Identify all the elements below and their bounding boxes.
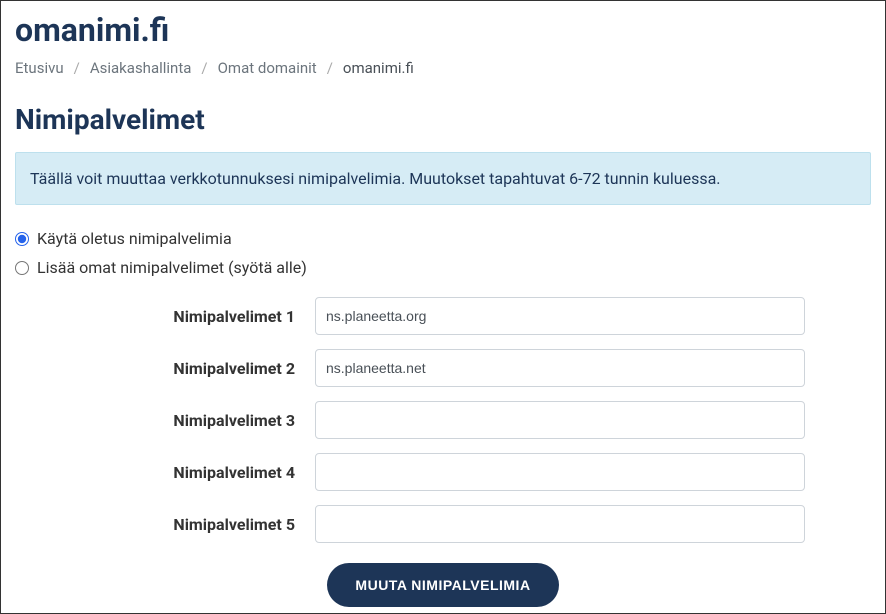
nameserver-label-5: Nimipalvelimet 5	[15, 515, 315, 534]
nameserver-row-4: Nimipalvelimet 4	[15, 453, 871, 491]
nameserver-row-2: Nimipalvelimet 2	[15, 349, 871, 387]
nameserver-label-1: Nimipalvelimet 1	[15, 307, 315, 326]
radio-custom-input[interactable]	[15, 261, 29, 275]
nameserver-input-5[interactable]	[315, 505, 805, 543]
info-box: Täällä voit muuttaa verkkotunnuksesi nim…	[15, 152, 871, 205]
breadcrumb: Etusivu / Asiakashallinta / Omat domaini…	[15, 59, 871, 77]
breadcrumb-separator: /	[327, 59, 333, 77]
nameserver-form: Nimipalvelimet 1 Nimipalvelimet 2 Nimipa…	[15, 297, 871, 543]
nameserver-input-3[interactable]	[315, 401, 805, 439]
nameserver-row-3: Nimipalvelimet 3	[15, 401, 871, 439]
nameserver-input-4[interactable]	[315, 453, 805, 491]
nameserver-mode-group: Käytä oletus nimipalvelimia Lisää omat n…	[15, 229, 871, 277]
page-title: omanimi.fi	[15, 11, 871, 49]
nameserver-input-2[interactable]	[315, 349, 805, 387]
nameserver-input-1[interactable]	[315, 297, 805, 335]
nameserver-label-3: Nimipalvelimet 3	[15, 411, 315, 430]
breadcrumb-current: omanimi.fi	[343, 59, 414, 77]
nameserver-row-5: Nimipalvelimet 5	[15, 505, 871, 543]
breadcrumb-separator: /	[74, 59, 80, 77]
breadcrumb-link-customer[interactable]: Asiakashallinta	[90, 59, 192, 77]
breadcrumb-link-home[interactable]: Etusivu	[15, 59, 64, 77]
radio-custom-nameservers[interactable]: Lisää omat nimipalvelimet (syötä alle)	[15, 258, 871, 277]
submit-button[interactable]: MUUTA NIMIPALVELIMIA	[327, 563, 558, 607]
nameserver-label-2: Nimipalvelimet 2	[15, 359, 315, 378]
radio-custom-label: Lisää omat nimipalvelimet (syötä alle)	[37, 258, 307, 277]
section-title: Nimipalvelimet	[15, 103, 871, 136]
nameserver-label-4: Nimipalvelimet 4	[15, 463, 315, 482]
nameserver-row-1: Nimipalvelimet 1	[15, 297, 871, 335]
radio-default-label: Käytä oletus nimipalvelimia	[37, 229, 232, 248]
breadcrumb-link-domains[interactable]: Omat domainit	[218, 59, 317, 77]
breadcrumb-separator: /	[201, 59, 207, 77]
radio-default-nameservers[interactable]: Käytä oletus nimipalvelimia	[15, 229, 871, 248]
radio-default-input[interactable]	[15, 232, 29, 246]
submit-row: MUUTA NIMIPALVELIMIA	[15, 563, 871, 607]
